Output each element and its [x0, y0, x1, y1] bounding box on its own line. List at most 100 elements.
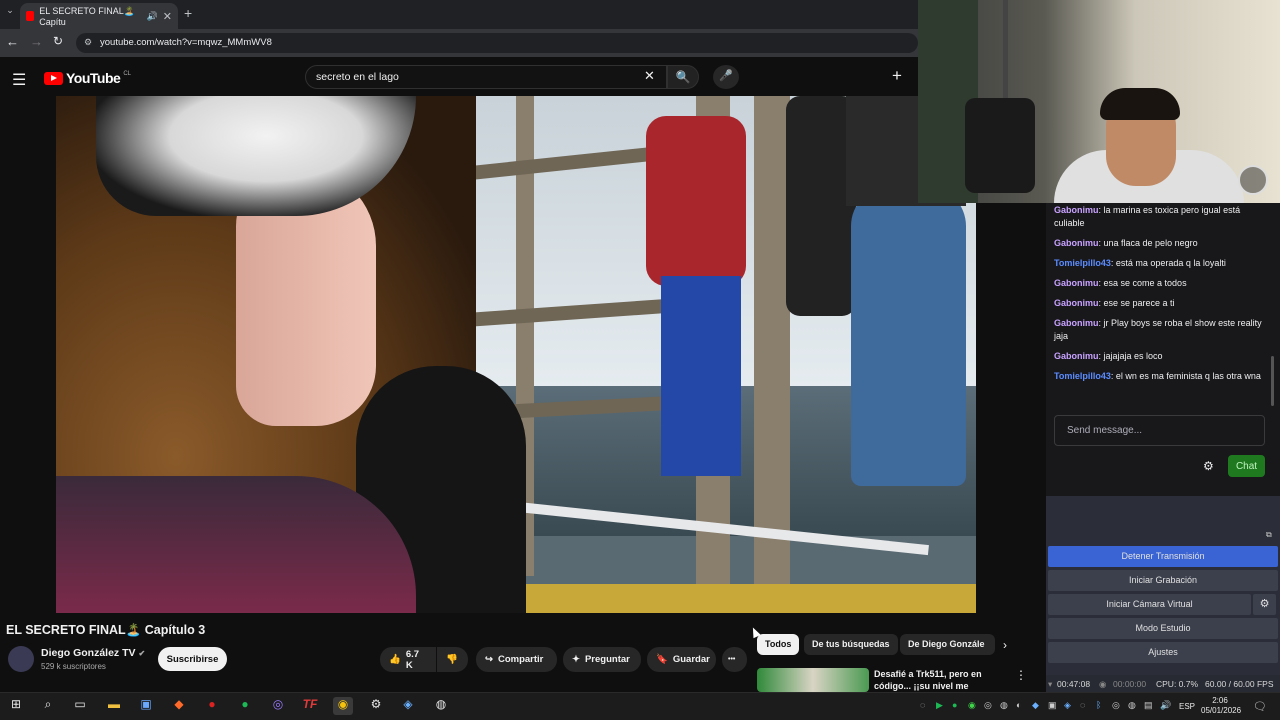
clock[interactable]: 2:06 05/01/2026 — [1201, 696, 1241, 716]
windows-start-icon[interactable]: ⊞ — [6, 697, 26, 715]
video-frame-scarf — [56, 476, 416, 613]
purple-app-icon[interactable]: ◎ — [268, 697, 288, 715]
chip-from-searches[interactable]: De tus búsquedas — [804, 634, 898, 655]
recommendation-title[interactable]: Desafié a Trk511, pero en código... ¡¡su… — [874, 668, 1009, 692]
channel-avatar[interactable] — [8, 646, 34, 672]
chat-scrollbar[interactable] — [1271, 356, 1274, 406]
voice-search-button[interactable]: 🎤 — [713, 65, 739, 89]
tray-app-icon[interactable]: ▣ — [1048, 700, 1057, 711]
tf-app-icon[interactable]: TF — [300, 697, 320, 715]
tray-app-icon[interactable]: ◆ — [1032, 700, 1039, 711]
chat-message-input[interactable]: Send message... — [1054, 415, 1265, 446]
tray-app-icon[interactable]: ◍ — [1000, 700, 1008, 711]
chat-username[interactable]: Gabonimu — [1054, 318, 1099, 328]
like-button[interactable]: 👍 6.7 K — [380, 647, 436, 672]
recommendation-thumbnail[interactable] — [757, 668, 869, 692]
virtual-camera-gear-icon[interactable]: ⚙ — [1253, 594, 1276, 615]
tray-icon[interactable]: ◌ — [920, 700, 925, 710]
chevron-right-icon[interactable]: › — [1003, 638, 1007, 652]
chip-all[interactable]: Todos — [757, 634, 800, 655]
menu-icon[interactable]: ☰ — [12, 70, 26, 90]
tray-steam-icon[interactable]: ◈ — [1064, 700, 1071, 711]
tray-spotify-icon[interactable]: ● — [952, 700, 957, 710]
tray-app-icon[interactable]: ◐ — [1016, 700, 1021, 710]
url-text: youtube.com/watch?v=mqwz_MMmWV8 — [100, 37, 272, 48]
recommendation-menu-icon[interactable]: ⋮ — [1015, 668, 1027, 682]
tray-app-icon[interactable]: ◌ — [1080, 700, 1085, 710]
start-recording-button[interactable]: Iniciar Grabación — [1048, 570, 1278, 591]
chat-settings-gear-icon[interactable]: ⚙ — [1203, 459, 1214, 473]
chat-message: Gabonimu: jajajaja es loco — [1054, 351, 1163, 361]
chip-from-channel[interactable]: De Diego Gonzále — [900, 634, 995, 655]
chat-username[interactable]: Tomielpillo43 — [1054, 371, 1111, 381]
start-virtual-camera-button[interactable]: Iniciar Cámara Virtual — [1048, 594, 1251, 615]
settings-button[interactable]: Ajustes — [1048, 642, 1278, 663]
forward-icon[interactable]: → — [30, 34, 43, 49]
channel-name[interactable]: Diego González TV ✔ — [41, 647, 145, 659]
tray-whatsapp-icon[interactable]: ◉ — [968, 700, 976, 711]
bluetooth-icon[interactable]: ᛒ — [1096, 700, 1101, 710]
steam-icon[interactable]: ◈ — [398, 697, 418, 715]
chat-message: Gabonimu: una flaca de pelo negro — [1054, 238, 1198, 248]
chat-text: el wn es ma feminista q las otra wna — [1115, 371, 1261, 381]
video-frame-person-jeans — [851, 186, 966, 486]
tray-app-icon[interactable]: ◎ — [984, 700, 992, 711]
red-app-icon[interactable]: ● — [202, 697, 222, 715]
obs-button-list: Detener Transmisión Iniciar Grabación In… — [1046, 546, 1280, 666]
studio-mode-button[interactable]: Modo Estudio — [1048, 618, 1278, 639]
tray-play-icon[interactable]: ▶ — [936, 700, 943, 711]
chat-username[interactable]: Gabonimu — [1054, 351, 1099, 361]
tray-app-icon[interactable]: ◎ — [1112, 700, 1120, 711]
create-button[interactable]: + — [892, 66, 902, 86]
chat-username[interactable]: Tomielpillo43 — [1054, 258, 1111, 268]
chrome-icon[interactable]: ◉ — [333, 697, 353, 715]
chat-username[interactable]: Gabonimu — [1054, 238, 1099, 248]
search-icon: 🔍 — [675, 70, 691, 84]
store-icon[interactable]: ▣ — [136, 697, 156, 715]
spotify-icon[interactable]: ● — [235, 697, 255, 715]
chat-username[interactable]: Gabonimu — [1054, 278, 1099, 288]
live-timer: 00:47:08 — [1057, 679, 1091, 689]
obs-icon[interactable]: ◍ — [431, 697, 451, 715]
youtube-logo-text: YouTube — [66, 70, 121, 86]
search-input[interactable]: secreto en el lago — [305, 65, 667, 89]
more-actions-button[interactable]: ••• — [722, 647, 747, 672]
overlay-badge-icon — [1238, 165, 1268, 195]
new-tab-button[interactable]: + — [184, 5, 192, 21]
save-button[interactable]: 🔖 Guardar — [647, 647, 716, 672]
browser-tab-youtube[interactable]: EL SECRETO FINAL🏝️ Capítu 🔊 ✕ — [20, 3, 178, 29]
volume-icon[interactable]: 🔊 — [1160, 700, 1171, 711]
url-field[interactable]: ⚙ youtube.com/watch?v=mqwz_MMmWV8 — [76, 33, 918, 53]
tab-close-icon[interactable]: ✕ — [163, 10, 172, 23]
network-icon[interactable]: ▤ — [1144, 700, 1153, 711]
clear-search-icon[interactable]: ✕ — [644, 68, 655, 84]
chat-username[interactable]: Gabonimu — [1054, 205, 1099, 215]
tray-app-icon[interactable]: ◍ — [1128, 700, 1136, 711]
subscribe-button[interactable]: Suscribirse — [158, 647, 227, 671]
file-explorer-icon[interactable]: ▬ — [104, 697, 124, 715]
obs-status-bar: ▾ 00:47:08 ◉ 00:00:00 CPU: 0.7% 60.00 / … — [1046, 675, 1280, 692]
task-view-icon[interactable]: ▭ — [70, 697, 90, 715]
webcam-microphone — [965, 98, 1035, 193]
taskbar-search-icon[interactable]: ⌕ — [38, 697, 58, 715]
back-icon[interactable]: ← — [6, 34, 19, 49]
input-language[interactable]: ESP — [1179, 702, 1195, 711]
video-player[interactable] — [56, 96, 976, 613]
youtube-logo[interactable]: YouTube CL — [44, 70, 131, 86]
stop-stream-button[interactable]: Detener Transmisión — [1048, 546, 1278, 567]
search-button[interactable]: 🔍 — [667, 65, 699, 89]
notifications-icon[interactable]: 🗨 — [1253, 700, 1267, 713]
site-info-icon[interactable]: ⚙ — [84, 37, 92, 48]
dock-undock-icon[interactable]: ⧉ — [1266, 530, 1272, 540]
settings-gear-icon[interactable]: ⚙ — [366, 697, 386, 715]
brave-browser-icon[interactable]: ◆ — [169, 697, 189, 715]
ask-button[interactable]: ✦ Preguntar — [563, 647, 641, 672]
tab-search-icon[interactable]: ⌄ — [2, 5, 18, 23]
chat-send-button[interactable]: Chat — [1228, 455, 1265, 477]
region-code: CL — [123, 70, 131, 77]
reload-icon[interactable]: ↻ — [53, 34, 63, 48]
status-dropdown-icon[interactable]: ▾ — [1048, 679, 1052, 690]
share-button[interactable]: ↪ Compartir — [476, 647, 557, 672]
chat-username[interactable]: Gabonimu — [1054, 298, 1099, 308]
dislike-button[interactable]: 👎 — [437, 647, 468, 672]
